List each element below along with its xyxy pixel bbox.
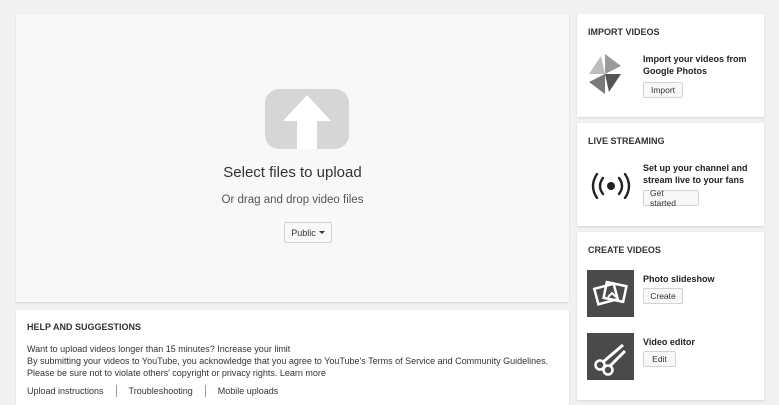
video-editor-label: Video editor [643, 337, 695, 347]
link-divider [115, 385, 117, 397]
live-desc-line1: Set up your channel and [643, 163, 748, 173]
live-broadcast-icon [591, 173, 631, 199]
help-copyright-text: Please be sure not to violate others' co… [27, 368, 326, 378]
import-button[interactable]: Import [643, 82, 683, 98]
scissors-icon[interactable] [587, 333, 634, 380]
caret-down-icon [318, 231, 325, 234]
troubleshooting-link[interactable]: Troubleshooting [129, 386, 193, 396]
help-links: Upload instructions Troubleshooting Mobi… [27, 385, 278, 397]
import-videos-card: IMPORT VIDEOS Import your videos from Go… [577, 14, 764, 117]
create-title: CREATE VIDEOS [588, 245, 661, 255]
create-videos-card: CREATE VIDEOS Photo slideshow Create Vid… [577, 232, 764, 400]
upload-instructions-link[interactable]: Upload instructions [27, 386, 104, 396]
import-desc-line1: Import your videos from [643, 54, 747, 64]
mobile-uploads-link[interactable]: Mobile uploads [218, 386, 279, 396]
create-slideshow-button[interactable]: Create [643, 288, 683, 304]
privacy-dropdown[interactable]: Public [284, 222, 332, 243]
live-desc-line2: stream live to your fans [643, 175, 745, 185]
privacy-value: Public [291, 227, 316, 238]
get-started-button[interactable]: Get started [643, 188, 699, 208]
help-terms-text: By submitting your videos to YouTube, yo… [27, 356, 549, 366]
upload-subtitle: Or drag and drop video files [221, 194, 364, 206]
live-streaming-card: LIVE STREAMING Set up your channel and s… [577, 123, 764, 226]
photo-slideshow-label: Photo slideshow [643, 274, 715, 284]
google-photos-pinwheel-icon [589, 54, 621, 94]
help-limit-text: Want to upload videos longer than 15 min… [27, 344, 291, 354]
help-section: HELP AND SUGGESTIONS Want to upload vide… [16, 310, 569, 405]
upload-dropzone[interactable]: Select files to upload Or drag and drop … [16, 14, 569, 302]
upload-title: Select files to upload [223, 164, 362, 181]
link-divider [204, 385, 206, 397]
upload-arrow-icon[interactable] [265, 89, 349, 149]
import-title: IMPORT VIDEOS [588, 27, 660, 37]
import-desc-line2: Google Photos [643, 66, 707, 76]
edit-video-button[interactable]: Edit [643, 351, 676, 367]
photo-slideshow-icon[interactable] [587, 270, 634, 317]
help-title: HELP AND SUGGESTIONS [27, 322, 142, 332]
live-title: LIVE STREAMING [588, 136, 665, 146]
